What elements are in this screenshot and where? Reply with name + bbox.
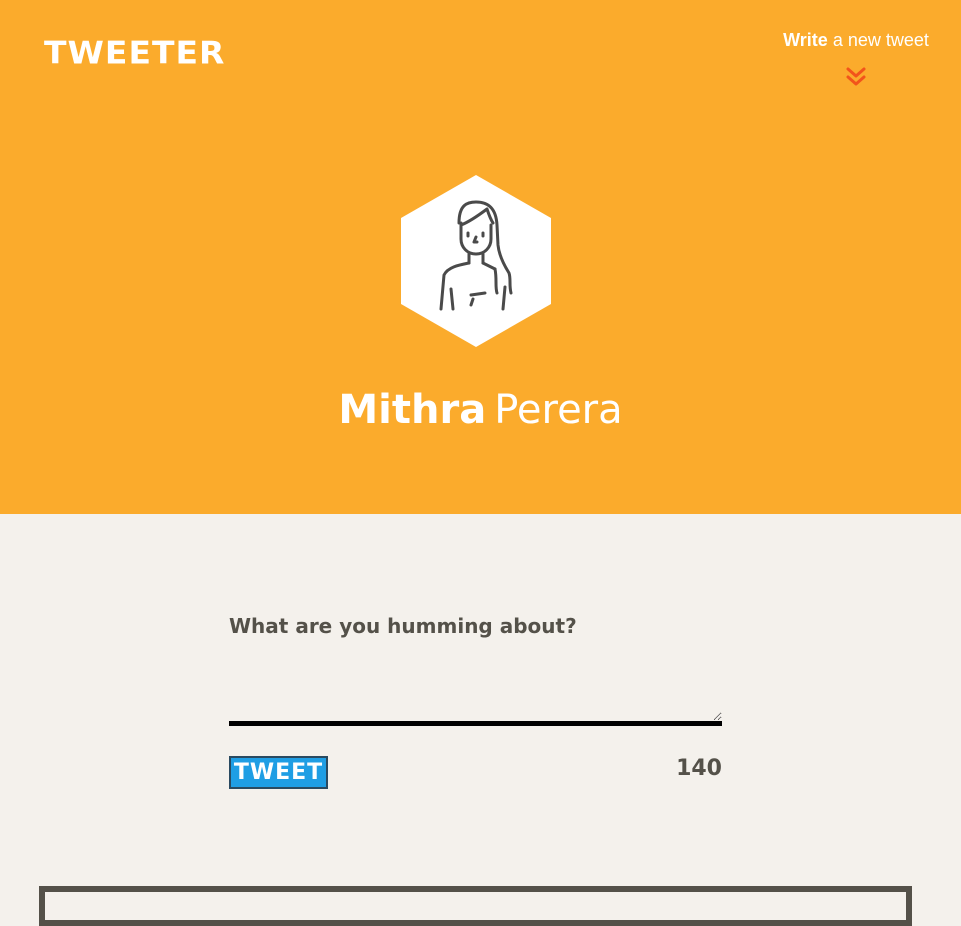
profile-header: TWEETER Write a new tweet Mithra Perera: [0, 0, 961, 514]
write-link-strong: Write: [783, 30, 828, 50]
tweets-container: [39, 886, 912, 926]
write-link-rest: a new tweet: [832, 30, 929, 50]
woman-avatar-icon: [401, 175, 551, 347]
char-counter: 140: [676, 756, 722, 781]
tweet-textarea[interactable]: [229, 656, 722, 726]
app-logo[interactable]: TWEETER: [44, 36, 225, 69]
last-name: Perera: [494, 387, 623, 433]
write-new-tweet-link[interactable]: Write a new tweet: [760, 30, 952, 51]
compose-label: What are you humming about?: [229, 614, 577, 638]
double-chevron-down-icon[interactable]: [845, 66, 867, 88]
first-name: Mithra: [338, 387, 487, 433]
profile-name: Mithra Perera: [0, 385, 961, 435]
avatar: [401, 175, 551, 347]
tweet-button[interactable]: TWEET: [229, 756, 328, 789]
